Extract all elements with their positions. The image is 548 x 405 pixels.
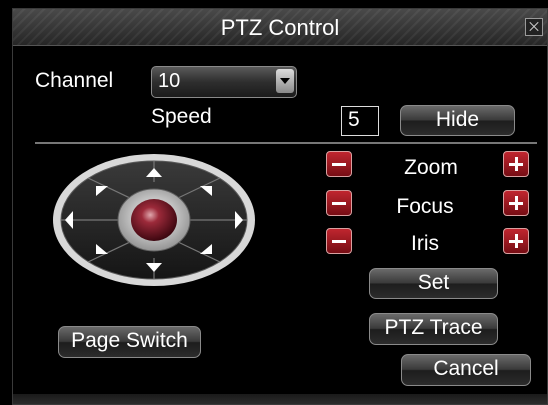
title-bar: PTZ Control [13,9,547,46]
speed-label: Speed [151,105,212,128]
zoom-plus-button[interactable] [503,151,529,177]
minus-icon [332,163,346,166]
hide-button[interactable]: Hide [400,105,515,136]
bottom-bar [13,394,547,404]
center-button[interactable] [131,199,177,241]
dialog-title: PTZ Control [220,15,340,40]
page-switch-button[interactable]: Page Switch [58,326,201,358]
ptz-trace-button[interactable]: PTZ Trace [369,313,498,345]
minus-icon [332,202,346,205]
focus-plus-button[interactable] [503,190,529,216]
iris-minus-button[interactable] [326,228,352,254]
zoom-label: Zoom [404,156,458,179]
chevron-down-icon[interactable] [276,69,294,93]
focus-minus-button[interactable] [326,190,352,216]
speed-input[interactable]: 5 [341,106,379,136]
focus-label: Focus [396,195,454,218]
close-icon[interactable] [525,18,543,36]
channel-value: 10 [158,70,181,92]
zoom-minus-button[interactable] [326,151,352,177]
channel-label: Channel [35,69,114,92]
ptz-direction-pad [53,154,255,286]
cancel-button[interactable]: Cancel [401,354,531,386]
iris-label: Iris [411,232,439,255]
divider [35,142,537,144]
set-button[interactable]: Set [369,268,498,299]
minus-icon [332,240,346,243]
iris-plus-button[interactable] [503,228,529,254]
channel-select[interactable]: 10 [151,66,297,98]
ptz-control-dialog: PTZ Control Channel 10 Speed 5 Hide Zoom… [12,8,548,405]
